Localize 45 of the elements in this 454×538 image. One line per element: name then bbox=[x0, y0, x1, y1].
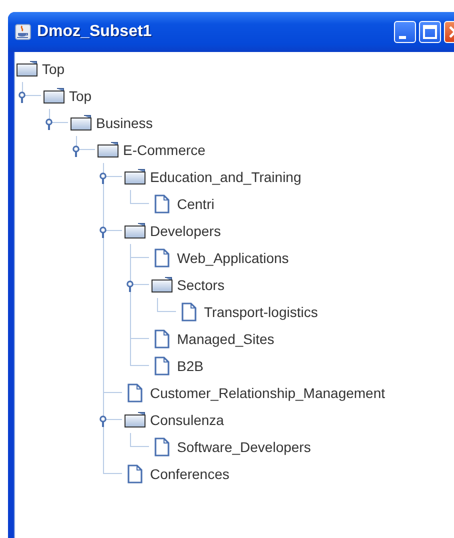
tree-node-label[interactable]: E-Commerce bbox=[123, 142, 206, 158]
document-icon bbox=[154, 328, 170, 348]
maximize-button[interactable] bbox=[419, 21, 441, 43]
tree-node-label[interactable]: Software_Developers bbox=[177, 438, 311, 454]
maximize-icon bbox=[423, 25, 437, 39]
folder-icon bbox=[70, 114, 92, 131]
document-icon bbox=[127, 464, 143, 484]
document-icon bbox=[154, 194, 170, 214]
tree-node-label[interactable]: Top bbox=[69, 88, 92, 104]
document-icon bbox=[127, 382, 143, 402]
minimize-button[interactable] bbox=[394, 21, 416, 43]
coffee-cup-icon bbox=[15, 24, 31, 40]
tree-node-label[interactable]: Centri bbox=[177, 196, 214, 212]
tree-node-label[interactable]: Conferences bbox=[150, 466, 230, 482]
expand-handle[interactable] bbox=[99, 226, 107, 238]
expand-handle[interactable] bbox=[126, 280, 134, 292]
tree-node-label[interactable]: Sectors bbox=[177, 276, 224, 292]
tree-node-label[interactable]: Business bbox=[96, 114, 153, 130]
folder-icon bbox=[124, 168, 146, 185]
tree-node-label[interactable]: Transport-logistics bbox=[204, 304, 318, 320]
document-icon bbox=[154, 356, 170, 376]
expand-handle[interactable] bbox=[72, 145, 80, 157]
tree-node-label[interactable]: B2B bbox=[177, 358, 204, 374]
tree-node-label[interactable]: Top bbox=[42, 60, 65, 76]
expand-handle[interactable] bbox=[45, 118, 53, 130]
folder-icon bbox=[43, 87, 65, 104]
expand-handle[interactable] bbox=[18, 91, 26, 103]
minimize-icon bbox=[398, 36, 406, 38]
folder-icon bbox=[16, 60, 38, 77]
expand-handle[interactable] bbox=[99, 172, 107, 184]
folder-icon bbox=[151, 276, 173, 293]
document-icon bbox=[154, 248, 170, 268]
folder-icon bbox=[97, 141, 119, 158]
tree-node-label[interactable]: Consulenza bbox=[150, 412, 224, 428]
window-title: Dmoz_Subset1 bbox=[37, 23, 152, 41]
tree-node-label[interactable]: Education_and_Training bbox=[150, 168, 302, 184]
tree-node-label[interactable]: Web_Applications bbox=[177, 250, 289, 266]
expand-handle[interactable] bbox=[99, 415, 107, 427]
tree-node-label[interactable]: Developers bbox=[150, 222, 221, 238]
folder-icon bbox=[124, 411, 146, 428]
document-icon bbox=[181, 302, 197, 322]
document-icon bbox=[154, 436, 170, 456]
tree-node-label[interactable]: Customer_Relationship_Management bbox=[150, 384, 386, 400]
folder-icon bbox=[124, 222, 146, 239]
tree-node-label[interactable]: Managed_Sites bbox=[177, 330, 274, 346]
